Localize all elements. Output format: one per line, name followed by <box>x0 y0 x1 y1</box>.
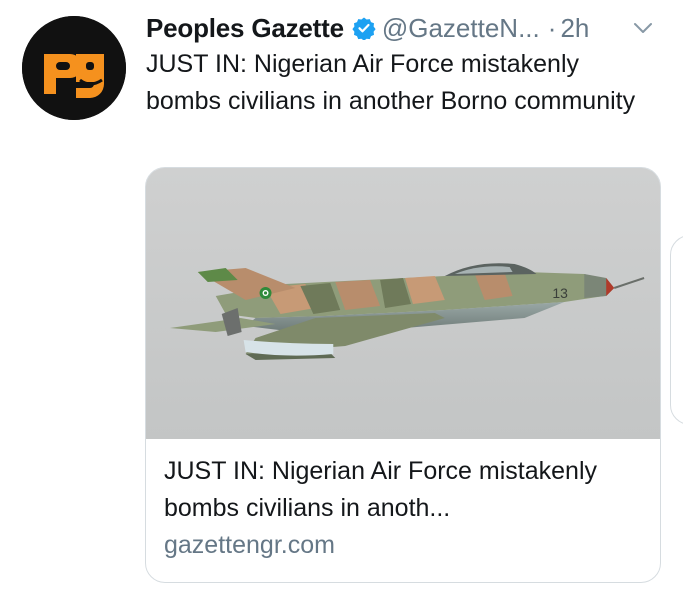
separator-dot: · <box>547 12 557 43</box>
card-domain[interactable]: gazettengr.com <box>164 527 642 564</box>
handle[interactable]: @GazetteN... <box>382 13 540 44</box>
display-name[interactable]: Peoples Gazette <box>146 13 344 44</box>
tweet-text: JUST IN: Nigerian Air Force mistakenly b… <box>146 50 636 115</box>
verified-badge-icon <box>352 17 376 40</box>
svg-text:13: 13 <box>552 285 568 301</box>
avatar[interactable] <box>22 16 126 120</box>
chevron-down-icon[interactable] <box>629 14 657 42</box>
pg-logo-icon <box>22 16 126 120</box>
link-card[interactable]: 13 JUST IN: Nigerian Air Force mistakenl… <box>145 167 661 583</box>
card-body: JUST IN: Nigerian Air Force mistakenly b… <box>164 453 642 564</box>
next-card-edge[interactable] <box>670 235 683 425</box>
fighter-jet-photo: 13 <box>146 168 660 439</box>
timestamp[interactable]: 2h <box>560 13 589 44</box>
tweet-header: Peoples Gazette @GazetteN... · 2h <box>146 10 667 46</box>
card-title[interactable]: JUST IN: Nigerian Air Force mistakenly b… <box>164 453 642 527</box>
